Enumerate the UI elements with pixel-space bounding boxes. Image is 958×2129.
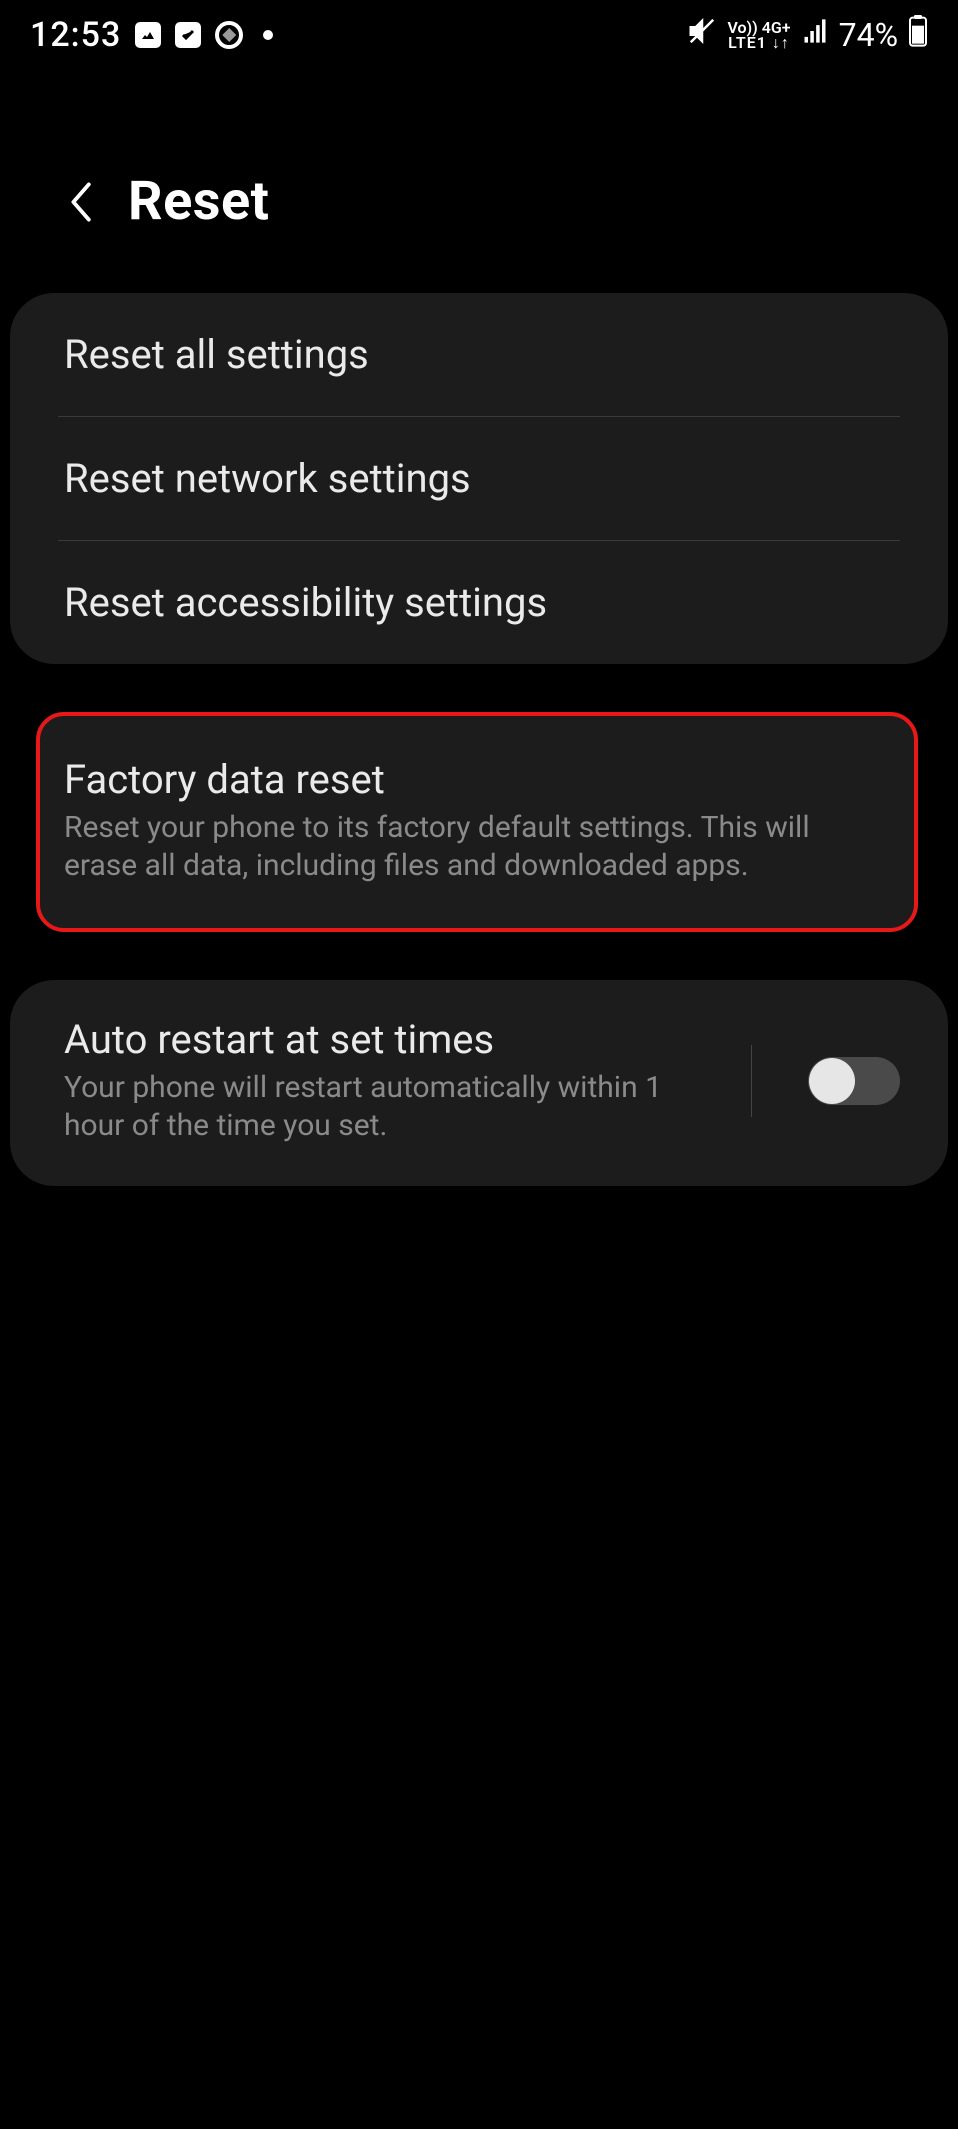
download-done-icon [175, 22, 201, 48]
status-clock: 12:53 [30, 15, 121, 55]
signal-icon [801, 17, 829, 53]
reset-accessibility-settings-row[interactable]: Reset accessibility settings [10, 541, 948, 664]
network-bottom-label: LTE1 ↓↑ [727, 35, 790, 50]
more-notifications-icon [263, 30, 273, 40]
gallery-icon [135, 22, 161, 48]
toggle-knob [809, 1058, 855, 1104]
battery-icon [908, 15, 928, 55]
row-label: Reset accessibility settings [64, 579, 547, 626]
page-title: Reset [128, 170, 269, 233]
factory-data-reset-row[interactable]: Factory data reset Reset your phone to i… [36, 712, 918, 932]
auto-restart-group: Auto restart at set times Your phone wil… [10, 980, 948, 1186]
status-bar: 12:53 Vo)) 4G+ LTE1 ↓↑ 74% [0, 0, 958, 70]
row-label: Reset network settings [64, 455, 471, 502]
row-description: Reset your phone to its factory default … [64, 809, 890, 886]
reset-network-settings-row[interactable]: Reset network settings [10, 417, 948, 540]
network-indicator: Vo)) 4G+ LTE1 ↓↑ [727, 20, 790, 50]
auto-restart-toggle[interactable] [808, 1057, 900, 1105]
row-description: Your phone will restart automatically wi… [64, 1069, 709, 1146]
divider [751, 1045, 752, 1117]
row-label: Auto restart at set times [64, 1016, 709, 1063]
app-update-icon [215, 21, 243, 49]
battery-percentage: 74% [839, 16, 898, 54]
chevron-left-icon [66, 180, 94, 224]
row-label: Reset all settings [64, 331, 369, 378]
reset-all-settings-row[interactable]: Reset all settings [10, 293, 948, 416]
auto-restart-row[interactable]: Auto restart at set times Your phone wil… [10, 980, 948, 1186]
reset-options-group: Reset all settings Reset network setting… [10, 293, 948, 664]
back-button[interactable] [60, 182, 100, 222]
row-label: Factory data reset [64, 756, 890, 803]
mute-icon [687, 16, 717, 54]
page-header: Reset [0, 70, 958, 293]
